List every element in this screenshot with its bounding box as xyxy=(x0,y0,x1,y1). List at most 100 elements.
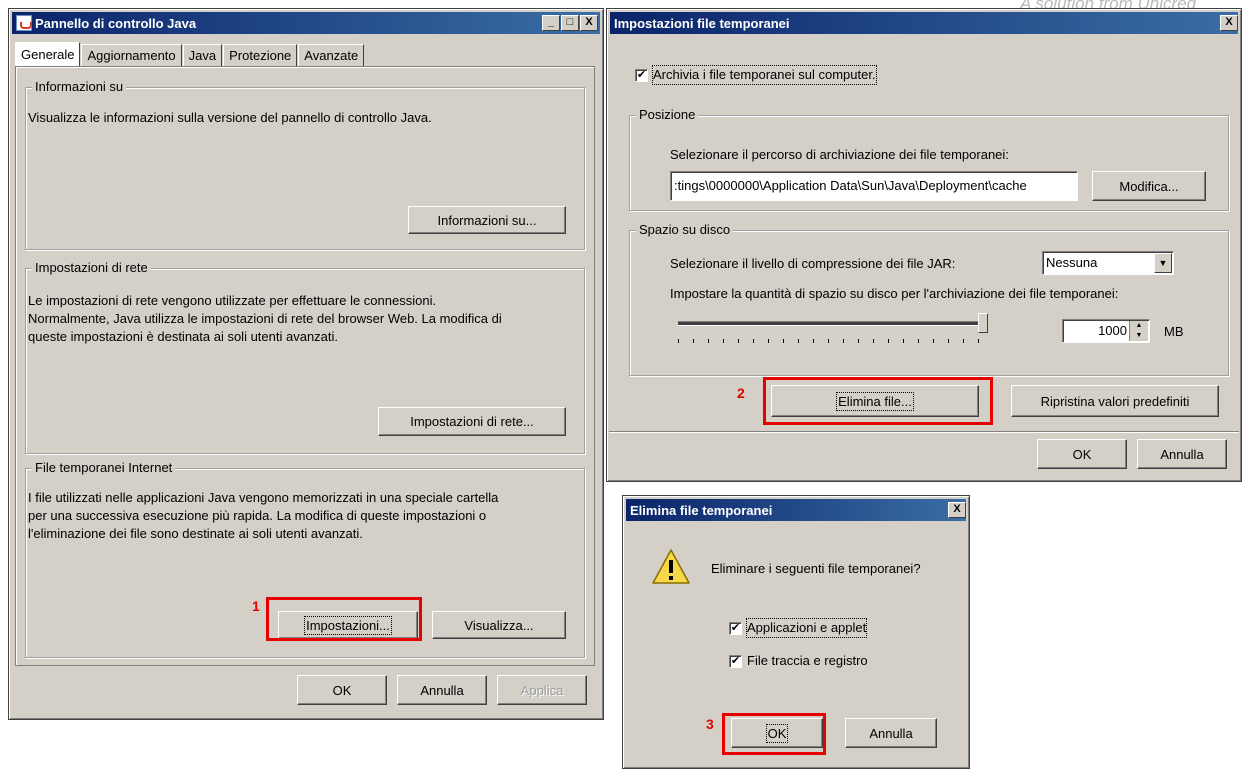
space-unit: MB xyxy=(1164,324,1184,339)
temp-settings-title: Impostazioni file temporanei xyxy=(614,15,790,31)
slider-tick xyxy=(888,339,889,343)
about-text: Visualizza le informazioni sulla version… xyxy=(28,110,432,125)
change-location-button[interactable]: Modifica... xyxy=(1092,171,1206,201)
apply-button[interactable]: Applica xyxy=(497,675,587,705)
location-group: Posizione Selezionare il percorso di arc… xyxy=(629,107,1229,211)
network-settings-button-label: Impostazioni di rete... xyxy=(410,414,534,429)
cache-path-field[interactable]: :tings\0000000\Application Data\Sun\Java… xyxy=(670,171,1078,201)
network-group: Impostazioni di rete Le impostazioni di … xyxy=(25,260,585,454)
location-heading: Posizione xyxy=(636,107,699,122)
slider-tick xyxy=(753,339,754,343)
slider-track xyxy=(678,321,988,326)
close-button[interactable]: X xyxy=(948,502,966,518)
temp-text-line3: l'eliminazione dei file sono destinate a… xyxy=(28,526,363,541)
temp-text-line1: I file utilizzati nelle applicazioni Jav… xyxy=(28,490,499,505)
delete-question: Eliminare i seguenti file temporanei? xyxy=(711,561,921,576)
slider-tick xyxy=(978,339,979,343)
trace-log-checkbox[interactable]: ✔ xyxy=(729,655,742,668)
maximize-button[interactable]: □ xyxy=(561,15,579,31)
slider-tick xyxy=(693,339,694,343)
network-text-line2: Normalmente, Java utilizza le impostazio… xyxy=(28,311,502,326)
minimize-button[interactable]: _ xyxy=(542,15,560,31)
temp-cancel-button-label: Annulla xyxy=(1160,446,1204,462)
restore-defaults-button-label: Ripristina valori predefiniti xyxy=(1040,393,1190,409)
slider-tick xyxy=(843,339,844,343)
delete-dialog-title-bar[interactable]: Elimina file temporanei X xyxy=(626,499,966,521)
space-value: 1000 xyxy=(1098,323,1127,338)
applications-label: Applicazioni e applet xyxy=(745,618,868,638)
compression-select[interactable]: Nessuna ▼ xyxy=(1042,251,1174,275)
network-text-line3: queste impostazioni è destinata ai soli … xyxy=(28,329,339,344)
window-title: Pannello di controllo Java xyxy=(35,15,197,31)
close-button[interactable]: X xyxy=(580,15,598,31)
slider-tick xyxy=(783,339,784,343)
highlight-box-1 xyxy=(266,597,422,641)
step-number-3: 3 xyxy=(706,716,714,732)
keep-files-checkbox[interactable]: ✔ xyxy=(635,69,648,82)
slider-tick xyxy=(678,339,679,343)
apply-button-label: Applica xyxy=(520,682,564,698)
slider-tick xyxy=(963,339,964,343)
slider-tick xyxy=(813,339,814,343)
highlight-box-2 xyxy=(763,377,993,425)
slider-tick xyxy=(858,339,859,343)
about-button[interactable]: Informazioni su... xyxy=(408,206,566,234)
warning-icon xyxy=(652,549,690,584)
delete-cancel-button-label: Annulla xyxy=(869,725,913,741)
delete-dialog-title: Elimina file temporanei xyxy=(630,502,773,518)
temp-cancel-button[interactable]: Annulla xyxy=(1137,439,1227,469)
about-button-label: Informazioni su... xyxy=(437,212,537,228)
temp-ok-button-label: OK xyxy=(1072,446,1092,462)
temp-text-line2: per una successiva esecuzione più rapida… xyxy=(28,508,487,523)
highlight-box-3 xyxy=(722,713,826,755)
title-bar[interactable]: Pannello di controllo Java _ □ X xyxy=(12,12,600,34)
delete-cancel-button[interactable]: Annulla xyxy=(845,718,937,748)
tab-aggiornamento[interactable]: Aggiornamento xyxy=(81,44,182,66)
slider-tick xyxy=(768,339,769,343)
slider-tick xyxy=(798,339,799,343)
slider-tick xyxy=(948,339,949,343)
slider-ticks xyxy=(678,339,979,344)
spinner-arrows-icon[interactable]: ▲ ▼ xyxy=(1129,321,1148,341)
footer-separator xyxy=(609,431,1239,433)
view-button[interactable]: Visualizza... xyxy=(432,611,566,639)
tab-protezione[interactable]: Protezione xyxy=(223,44,298,66)
space-spinner[interactable]: 1000 ▲ ▼ xyxy=(1062,319,1150,343)
view-button-label: Visualizza... xyxy=(464,617,534,633)
step-number-2: 2 xyxy=(737,385,745,401)
tab-avanzate[interactable]: Avanzate xyxy=(298,44,365,66)
ok-button[interactable]: OK xyxy=(297,675,387,705)
temp-settings-title-bar[interactable]: Impostazioni file temporanei X xyxy=(610,12,1238,34)
slider-tick xyxy=(723,339,724,343)
temp-ok-button[interactable]: OK xyxy=(1037,439,1127,469)
slider-tick xyxy=(903,339,904,343)
chevron-down-icon[interactable]: ▼ xyxy=(1154,253,1172,273)
cancel-button-label: Annulla xyxy=(420,682,464,698)
slider-tick xyxy=(918,339,919,343)
disk-space-slider[interactable] xyxy=(678,313,996,349)
disk-space-group: Spazio su disco Selezionare il livello d… xyxy=(629,222,1229,376)
ok-button-label: OK xyxy=(332,682,352,698)
compression-label: Selezionare il livello di compressione d… xyxy=(670,256,956,271)
step-number-1: 1 xyxy=(252,598,260,614)
restore-defaults-button[interactable]: Ripristina valori predefiniti xyxy=(1011,385,1219,417)
temp-files-heading: File temporanei Internet xyxy=(32,460,176,475)
slider-tick xyxy=(933,339,934,343)
java-icon xyxy=(16,15,32,31)
cancel-button[interactable]: Annulla xyxy=(397,675,487,705)
keep-files-label: Archivia i file temporanei sul computer. xyxy=(652,65,877,85)
slider-thumb[interactable] xyxy=(978,313,988,333)
disk-space-heading: Spazio su disco xyxy=(636,222,734,237)
tab-bar: Generale Aggiornamento Java Protezione A… xyxy=(15,42,365,66)
slider-tick xyxy=(738,339,739,343)
applications-checkbox[interactable]: ✔ xyxy=(729,622,742,635)
space-label: Impostare la quantità di spazio su disco… xyxy=(670,286,1119,301)
close-button[interactable]: X xyxy=(1220,15,1238,31)
compression-value: Nessuna xyxy=(1046,255,1098,270)
tab-generale[interactable]: Generale xyxy=(15,42,81,66)
slider-tick xyxy=(708,339,709,343)
change-location-button-label: Modifica... xyxy=(1119,178,1179,194)
network-settings-button[interactable]: Impostazioni di rete... xyxy=(378,407,566,436)
network-heading: Impostazioni di rete xyxy=(32,260,151,275)
tab-java[interactable]: Java xyxy=(182,44,223,66)
